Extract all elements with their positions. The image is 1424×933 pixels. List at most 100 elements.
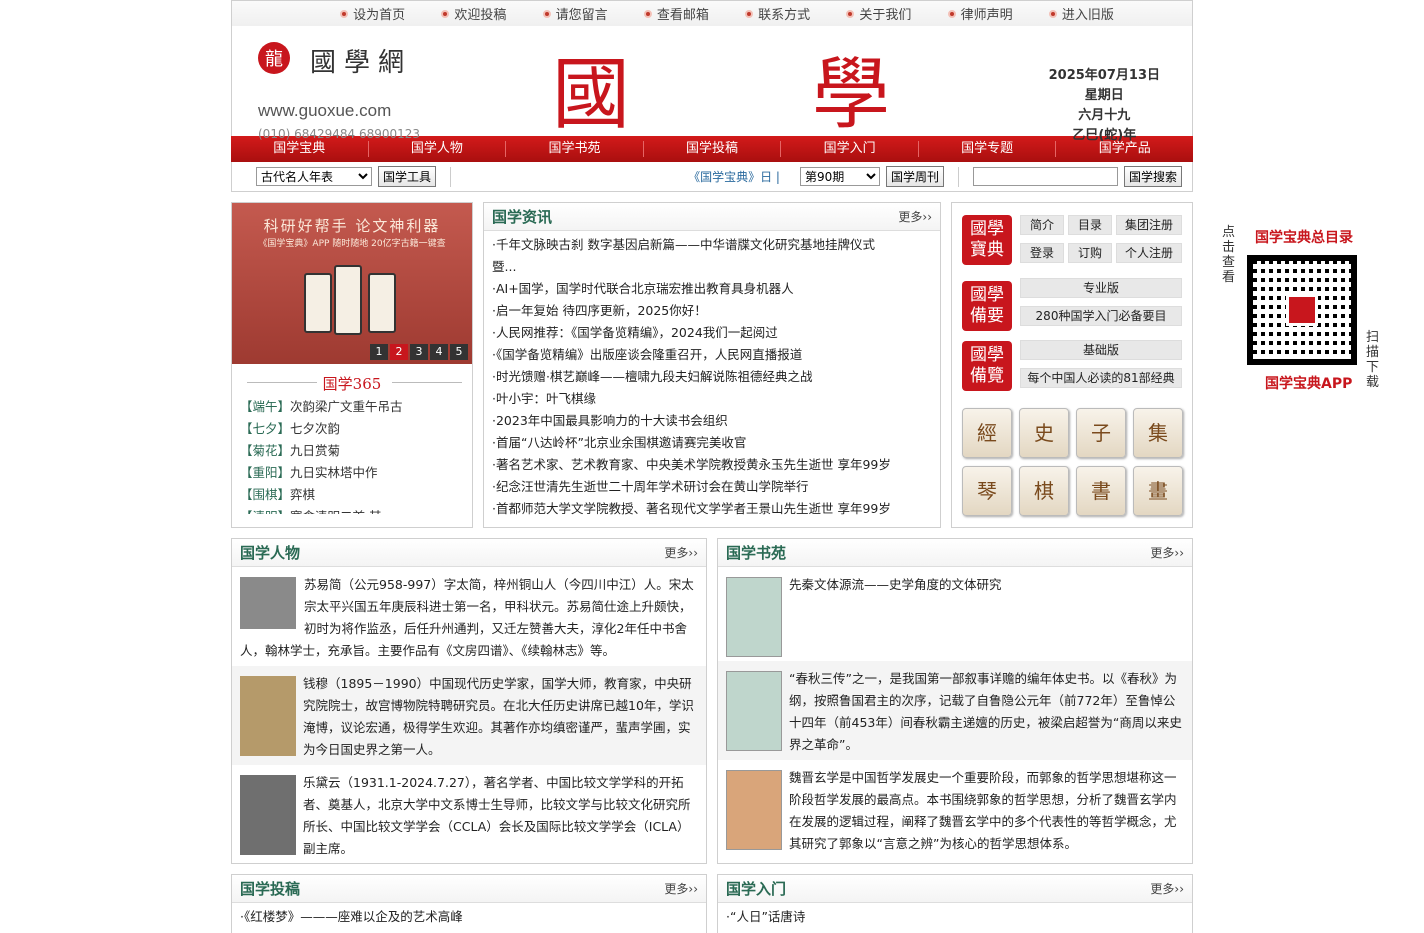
date-ganzhi: 乙巳(蛇)年 bbox=[1072, 128, 1137, 143]
periodical-link[interactable]: 《国学宝典》日 | bbox=[688, 168, 780, 185]
person-item[interactable]: 苏易简（公元958-997）字太简，梓州铜山人（今四川中江）人。宋太宗太平兴国五… bbox=[232, 567, 706, 666]
list-item[interactable]: ·《红楼梦》———座难以企及的艺术高峰 bbox=[240, 906, 698, 928]
ji-icon[interactable]: 集 bbox=[1133, 408, 1183, 458]
period-select[interactable]: 第90期 bbox=[799, 167, 880, 186]
list-item[interactable]: 【七夕】七夕次韵 bbox=[240, 418, 468, 440]
nav-item[interactable]: 国学书苑 bbox=[506, 141, 644, 157]
top-link[interactable]: 进入旧版 bbox=[1048, 4, 1114, 23]
top-link[interactable]: 欢迎投稿 bbox=[441, 4, 506, 23]
beiyao-edition[interactable]: 专业版 bbox=[1020, 278, 1182, 298]
nav-item[interactable]: 国学入门 bbox=[781, 141, 919, 157]
search-input[interactable] bbox=[972, 167, 1118, 186]
person-photo[interactable] bbox=[240, 775, 296, 855]
top-link[interactable]: 请您留言 bbox=[542, 4, 608, 23]
person-item[interactable]: 钱穆（1895－1990）中国现代历史学家，国学大师，教育家，中央研究院院士，故… bbox=[232, 666, 706, 765]
book-item[interactable]: 魏晋玄学是中国哲学发展史一个重要阶段，而郭象的哲学思想堪称这一阶段哲学发展的最高… bbox=[718, 760, 1192, 859]
news-item[interactable]: ·著名艺术家、艺术教育家、中央美术学院教授黄永玉先生逝世 享年99岁 bbox=[492, 454, 932, 476]
shu-icon[interactable]: 書 bbox=[1076, 466, 1126, 516]
header: 龍 國學網 www.guoxue.com (010) 68429484 6890… bbox=[231, 26, 1193, 143]
book-cover[interactable] bbox=[726, 671, 782, 751]
top-link-label: 关于我们 bbox=[859, 8, 912, 23]
side-top-link[interactable]: 国学宝典总目录 bbox=[1255, 227, 1353, 247]
beilan-stamp[interactable]: 國學備覽 bbox=[962, 341, 1012, 391]
list-item[interactable]: ·“人日”话唐诗 bbox=[726, 906, 1184, 928]
list-item[interactable]: 【菊花】九日赏菊 bbox=[240, 440, 468, 462]
top-link[interactable]: 律师声明 bbox=[947, 4, 1013, 23]
book-cover[interactable] bbox=[726, 770, 782, 850]
book-cover[interactable] bbox=[726, 577, 782, 657]
banner-title: 科研好帮手 论文神利器 bbox=[263, 217, 441, 235]
qr-code-icon[interactable] bbox=[1247, 255, 1357, 365]
jing-icon[interactable]: 經 bbox=[962, 408, 1012, 458]
tag-label: 【端午】 bbox=[240, 399, 291, 414]
zi-icon[interactable]: 子 bbox=[1076, 408, 1126, 458]
top-link[interactable]: 查看邮箱 bbox=[643, 4, 709, 23]
person-photo[interactable] bbox=[240, 676, 296, 756]
tool-button[interactable]: 国学工具 bbox=[378, 166, 437, 187]
banner-page-button[interactable]: 4 bbox=[430, 344, 448, 360]
banner-page-button[interactable]: 2 bbox=[390, 344, 408, 360]
btn-intro[interactable]: 简介 bbox=[1020, 215, 1064, 235]
news-item[interactable]: ·2023年中国最具影响力的十大读书会组织 bbox=[492, 410, 932, 432]
shi-icon[interactable]: 史 bbox=[1019, 408, 1069, 458]
news-item[interactable]: ·千年文脉映古刹 数字基因启新篇——中华谱牒文化研究基地挂牌仪式 bbox=[492, 234, 932, 256]
qin-icon[interactable]: 琴 bbox=[962, 466, 1012, 516]
list-item[interactable]: 【围棋】弈棋 bbox=[240, 484, 468, 506]
weekly-button[interactable]: 国学周刊 bbox=[885, 166, 944, 187]
nav-item[interactable]: 国学投稿 bbox=[644, 141, 782, 157]
top-link[interactable]: 联系方式 bbox=[745, 4, 810, 23]
banner-page-button[interactable]: 5 bbox=[450, 344, 468, 360]
btn-login[interactable]: 登录 bbox=[1020, 243, 1064, 263]
banner-page-button[interactable]: 3 bbox=[410, 344, 428, 360]
top-link[interactable]: 设为首页 bbox=[340, 4, 405, 23]
news-item[interactable]: ·叶小宇：叶飞棋缘 bbox=[492, 388, 932, 410]
item-text: 九日赏菊 bbox=[290, 443, 341, 458]
news-item[interactable]: ·启一年复始 待四序更新，2025你好！ bbox=[492, 300, 932, 322]
banner-page-button[interactable]: 1 bbox=[370, 344, 388, 360]
nav-item[interactable]: 国学人物 bbox=[369, 141, 507, 157]
famous-people-select[interactable]: 古代名人年表 bbox=[256, 167, 372, 186]
news-item[interactable]: 暨... bbox=[492, 256, 932, 278]
news-item[interactable]: ·首届“八达岭杯”北京业余围棋邀请赛完美收官 bbox=[492, 432, 932, 454]
list-item[interactable]: 【清明】寒食清明二首 其一 bbox=[240, 506, 468, 514]
bullet-icon bbox=[846, 9, 855, 18]
logo-name[interactable]: 國學網 bbox=[310, 42, 412, 79]
news-title: 国学资讯 bbox=[492, 208, 553, 226]
people-more-link[interactable]: 更多›› bbox=[664, 544, 698, 561]
news-item[interactable]: ·首都师范大学文学院教授、著名现代文学学者王景山先生逝世 享年99岁 bbox=[492, 498, 932, 520]
books-more-link[interactable]: 更多›› bbox=[1150, 544, 1184, 561]
beiyao-desc[interactable]: 280种国学入门必备要目 bbox=[1020, 306, 1182, 326]
submit-more-link[interactable]: 更多›› bbox=[664, 880, 698, 897]
btn-catalog[interactable]: 目录 bbox=[1068, 215, 1112, 235]
news-item[interactable]: ·纪念汪世清先生逝世二十周年学术研讨会在黄山学院举行 bbox=[492, 476, 932, 498]
person-photo[interactable] bbox=[240, 577, 296, 629]
logo-icon[interactable]: 龍 bbox=[258, 42, 290, 74]
list-item[interactable]: 【重阳】九日实林塔中作 bbox=[240, 462, 468, 484]
beilan-edition[interactable]: 基础版 bbox=[1020, 340, 1182, 360]
nav-item[interactable]: 国学宝典 bbox=[231, 141, 369, 157]
side-bottom-link[interactable]: 国学宝典APP bbox=[1265, 373, 1352, 393]
app-banner[interactable]: 科研好帮手 论文神利器 《国学宝典》APP 随时随地 20亿字古籍一键查 123… bbox=[232, 203, 472, 364]
news-item[interactable]: ·时光馈赠·棋艺巅峰——檀啸九段夫妇解说陈祖德经典之战 bbox=[492, 366, 932, 388]
news-item[interactable]: ·《国学备览精编》出版座谈会隆重召开，人民网直播报道 bbox=[492, 344, 932, 366]
nav-item[interactable]: 国学专题 bbox=[919, 141, 1057, 157]
list-item[interactable]: 【端午】次韵梁广文重午吊古 bbox=[240, 396, 468, 418]
book-item[interactable]: “春秋三传”之一，是我国第一部叙事详赡的编年体史书。以《春秋》为纲，按照鲁国君主… bbox=[718, 661, 1192, 760]
news-item[interactable]: ·人民网推荐：《国学备览精编》，2024我们一起阅过 bbox=[492, 322, 932, 344]
search-button[interactable]: 国学搜索 bbox=[1123, 166, 1182, 187]
beilan-desc[interactable]: 每个中国人必读的81部经典 bbox=[1020, 368, 1182, 388]
person-item[interactable]: 乐黛云（1931.1-2024.7.27），著名学者、中国比较文学学科的开拓者、… bbox=[232, 765, 706, 863]
news-more-link[interactable]: 更多›› bbox=[898, 208, 932, 225]
qi-icon[interactable]: 棋 bbox=[1019, 466, 1069, 516]
news-item[interactable]: ·AI+国学，国学时代联合北京瑞宏推出教育具身机器人 bbox=[492, 278, 932, 300]
logo-url[interactable]: www.guoxue.com bbox=[258, 101, 391, 121]
btn-personal-register[interactable]: 个人注册 bbox=[1116, 243, 1182, 263]
hua-icon[interactable]: 畫 bbox=[1133, 466, 1183, 516]
btn-order[interactable]: 订购 bbox=[1068, 243, 1112, 263]
btn-group-register[interactable]: 集团注册 bbox=[1116, 215, 1182, 235]
top-link[interactable]: 关于我们 bbox=[846, 4, 911, 23]
baodian-stamp[interactable]: 國學寶典 bbox=[962, 215, 1012, 265]
beiyao-stamp[interactable]: 國學備要 bbox=[962, 281, 1012, 331]
intro-more-link[interactable]: 更多›› bbox=[1150, 880, 1184, 897]
book-item[interactable]: 先秦文体源流——史学角度的文体研究 bbox=[718, 567, 1192, 661]
